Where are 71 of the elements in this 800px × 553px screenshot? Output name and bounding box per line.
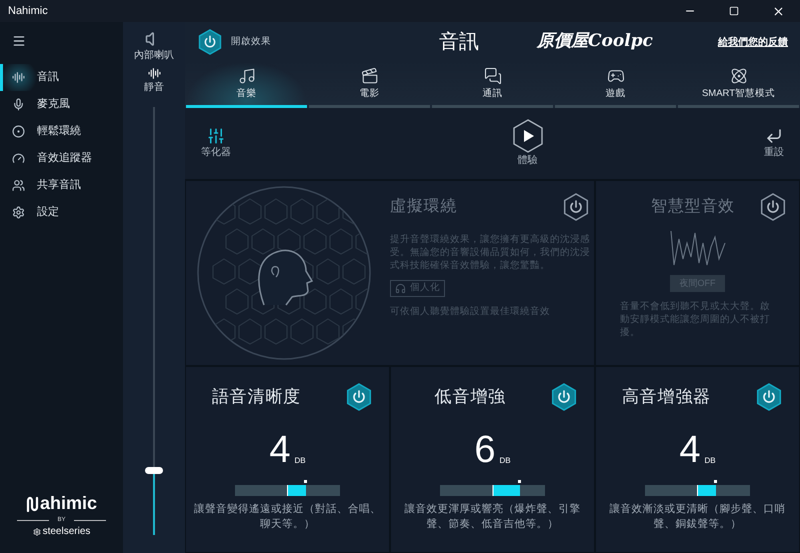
effect-title: 高音增強器 <box>622 386 711 408</box>
surround-note: 可依個人聽覺體驗設置最佳環繞音效 <box>390 305 551 319</box>
menu-icon[interactable] <box>12 34 26 48</box>
sidebar-item[interactable]: 音效追蹤器 <box>0 145 123 172</box>
sidebar-item[interactable]: 輕鬆環繞 <box>0 118 123 145</box>
gain-value: 4 <box>269 431 290 469</box>
brand-logo-icon <box>26 496 40 512</box>
device-name: 內部喇叭 <box>134 48 174 63</box>
target-icon <box>12 125 25 138</box>
power-button[interactable] <box>197 29 223 55</box>
close-icon <box>772 4 784 18</box>
gain-marker-icon <box>714 480 718 483</box>
surround-description: 提升音聲環繞效果，讓您擁有更高級的沈浸感受。無論您的音響設備品質如何，我們的沈浸式科技能確保音效體驗，讓您驚豔。 <box>390 233 590 272</box>
sound-wave-icon <box>12 71 25 84</box>
gear-icon <box>32 528 41 536</box>
chat-bubbles-icon <box>484 66 502 85</box>
microphone-icon <box>12 98 25 111</box>
gain-unit: DB <box>500 455 511 467</box>
settings-icon <box>12 206 25 219</box>
effect-title: 低音增強 <box>434 386 506 408</box>
power-button[interactable] <box>345 383 373 411</box>
maximize-icon <box>729 6 739 16</box>
sidebar-item[interactable]: 麥克風 <box>0 91 123 118</box>
tab[interactable]: SMART智慧模式 <box>678 62 799 108</box>
window-title: Nahimic <box>8 4 48 19</box>
effect-description: 讓音效漸淡或更清晰（腳步聲、口哨聲、銅鈸聲等。） <box>608 502 786 532</box>
gain-value: 4 <box>679 431 700 469</box>
gain-unit: DB <box>294 455 306 467</box>
brand-name: ahimic <box>40 494 98 512</box>
return-arrow-icon <box>765 127 783 145</box>
tab[interactable]: 遊戲 <box>555 62 676 108</box>
smart-sound-title: 智慧型音效 <box>651 196 735 217</box>
mute-label: 靜音 <box>144 80 164 95</box>
power-button[interactable] <box>562 193 590 221</box>
atom-icon <box>730 66 748 85</box>
waveform-icon <box>670 229 726 267</box>
music-note-icon <box>238 66 256 85</box>
sidebar-item[interactable]: 設定 <box>0 199 123 226</box>
effect-description: 讓聲音變得遙遠或接近（對話、合唱、聊天等。） <box>193 502 382 532</box>
surround-title: 虛擬環繞 <box>390 196 458 217</box>
play-icon <box>512 119 544 153</box>
sound-wave-icon[interactable] <box>148 67 160 80</box>
gain-marker-icon <box>518 480 521 483</box>
power-button[interactable] <box>550 383 578 411</box>
volume-thumb[interactable] <box>145 466 163 474</box>
tab[interactable]: 音樂 <box>186 62 307 108</box>
effect-description: 讓音效更渾厚或響亮（爆炸聲、引擎聲、節奏、低音吉他等。） <box>404 502 582 532</box>
sidebar-item[interactable]: 共享音訊 <box>0 172 123 199</box>
page-title: 音訊 <box>439 30 480 55</box>
headphones-icon <box>395 283 406 294</box>
gauge-icon <box>12 152 25 165</box>
equalizer-icon <box>207 127 225 145</box>
equalizer-button[interactable]: 等化器 <box>201 127 231 160</box>
logo: 原價屋Coolpc <box>537 30 654 54</box>
effect-toggle-label: 開啟效果 <box>231 34 272 49</box>
volume-slider[interactable] <box>145 107 163 535</box>
gain-value: 6 <box>474 431 496 469</box>
gain-marker-icon <box>304 480 308 483</box>
play-button[interactable]: 體驗 <box>512 119 544 168</box>
effect-title: 語音清晰度 <box>212 386 301 408</box>
clapperboard-icon <box>360 66 378 85</box>
feedback-link[interactable]: 給我們您的反饋 <box>718 34 788 50</box>
tab[interactable]: 電影 <box>309 62 430 108</box>
power-button[interactable] <box>759 193 787 221</box>
people-icon <box>12 179 25 192</box>
power-button[interactable] <box>755 383 783 411</box>
smart-sound-description: 音量不會低到聽不見或太大聲。啟動安靜模式能讓您周圍的人不被打擾。 <box>620 300 771 339</box>
gain-unit: DB <box>704 455 716 467</box>
reset-button[interactable]: 重設 <box>764 127 784 160</box>
maker-name: steelseries <box>42 527 90 537</box>
tab[interactable]: 通訊 <box>432 62 553 108</box>
